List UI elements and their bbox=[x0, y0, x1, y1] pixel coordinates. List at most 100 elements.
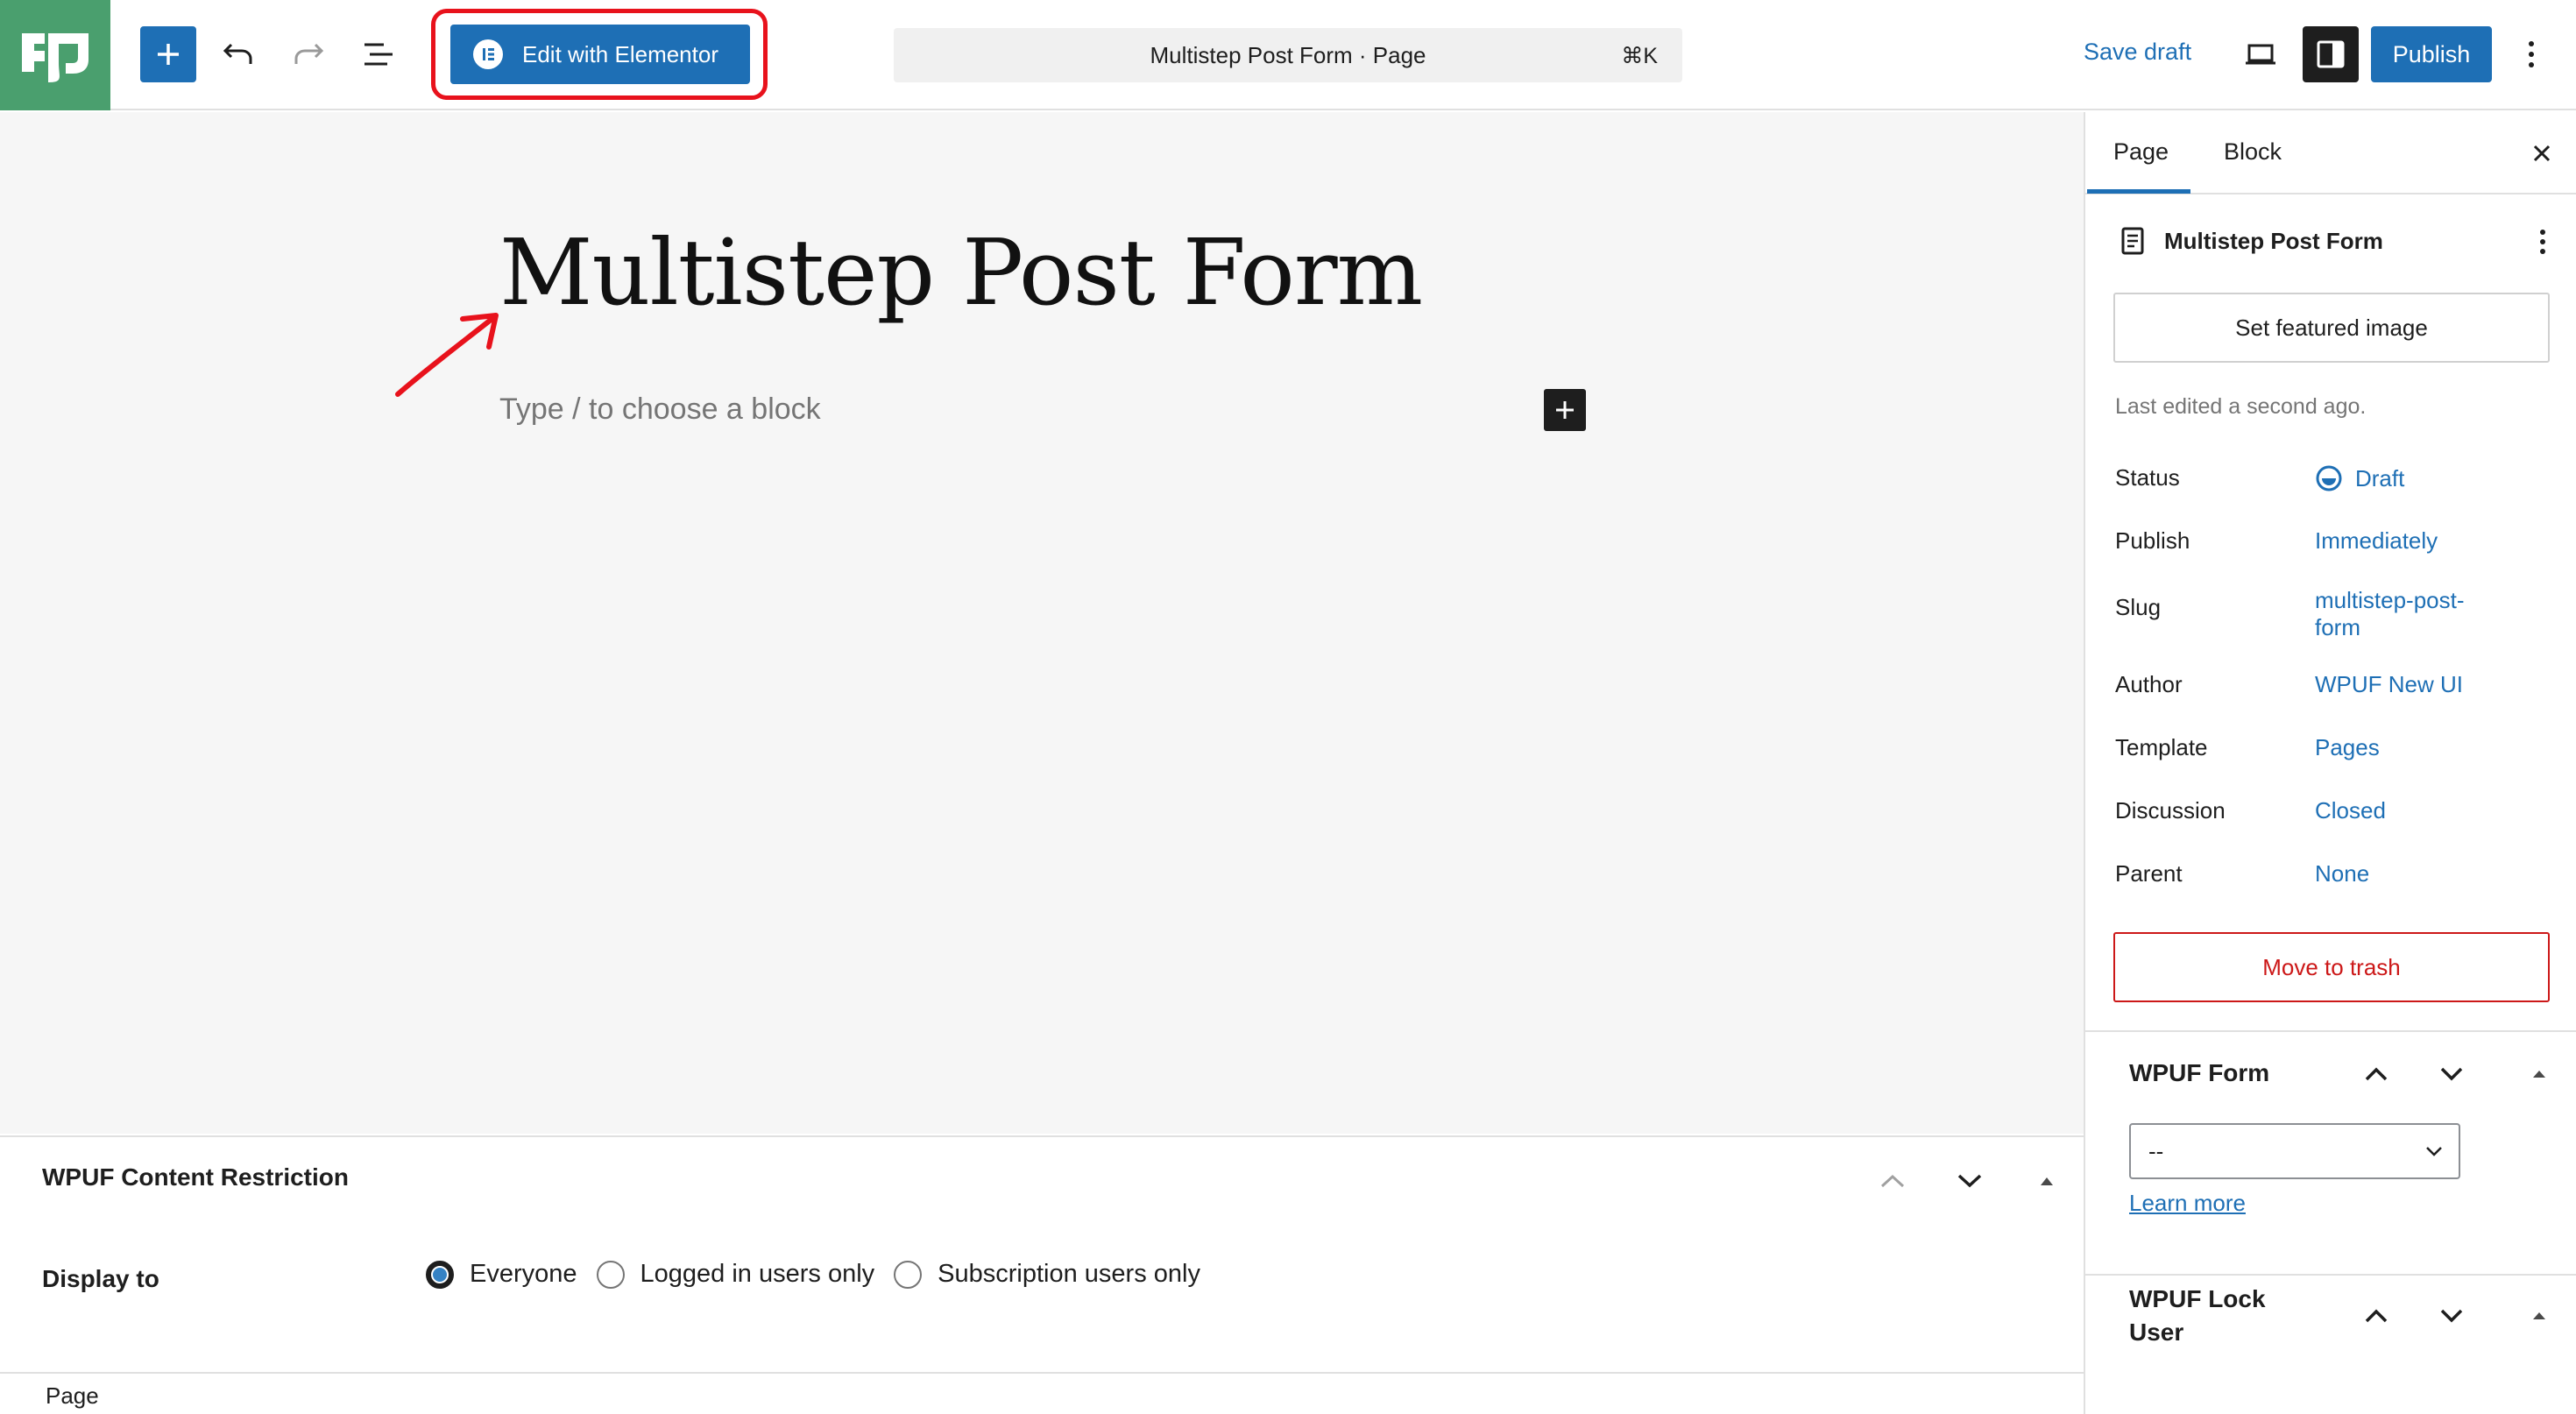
triangle-up-icon bbox=[2041, 1177, 2053, 1185]
radio-everyone[interactable] bbox=[426, 1260, 454, 1289]
meta-value-discussion[interactable]: Closed bbox=[2315, 797, 2534, 824]
chevron-down-icon bbox=[2440, 1067, 2463, 1081]
plus-icon bbox=[1556, 401, 1574, 419]
edit-with-elementor-button[interactable]: Edit with Elementor bbox=[450, 25, 750, 84]
meta-key-author: Author bbox=[2115, 671, 2183, 697]
wpuf-form-toggle-button[interactable] bbox=[2515, 1050, 2564, 1099]
top-toolbar: Edit with Elementor Multistep Post Form … bbox=[0, 0, 2576, 110]
chevron-down-icon bbox=[1957, 1174, 1982, 1188]
tab-block[interactable]: Block bbox=[2224, 138, 2282, 166]
meta-value-status: Draft bbox=[2355, 464, 2405, 491]
move-to-trash-button[interactable]: Move to trash bbox=[2113, 932, 2550, 1002]
page-icon bbox=[2121, 227, 2144, 255]
radio-option-subscription[interactable]: Subscription users only bbox=[894, 1260, 1200, 1289]
meta-key-slug: Slug bbox=[2115, 594, 2162, 620]
meta-value-template[interactable]: Pages bbox=[2315, 734, 2534, 761]
move-up-button[interactable] bbox=[1866, 1155, 1919, 1207]
command-palette-bar[interactable]: Multistep Post Form · Page ⌘K bbox=[894, 28, 1682, 82]
radio-label-logged-in: Logged in users only bbox=[640, 1260, 875, 1288]
radio-label-subscription: Subscription users only bbox=[938, 1260, 1200, 1288]
block-inserter-button[interactable] bbox=[140, 26, 196, 82]
more-options-button[interactable] bbox=[2509, 26, 2553, 82]
display-to-radio-group: Everyone Logged in users only Subscripti… bbox=[426, 1260, 1220, 1289]
wpuf-form-move-up-button[interactable] bbox=[2352, 1050, 2401, 1099]
triangle-up-icon bbox=[2533, 1312, 2545, 1319]
meta-value-publish[interactable]: Immediately bbox=[2315, 527, 2534, 555]
settings-sidebar: Page Block Multistep Post Form Set featu… bbox=[2084, 112, 2576, 1414]
document-overview-button[interactable] bbox=[350, 26, 407, 82]
meta-key-discussion: Discussion bbox=[2115, 797, 2226, 824]
editor-footer: Page bbox=[0, 1372, 2084, 1414]
command-shortcut: ⌘K bbox=[1621, 44, 1658, 68]
active-tab-indicator bbox=[2087, 189, 2190, 194]
save-draft-button[interactable]: Save draft bbox=[2084, 39, 2191, 66]
redo-button[interactable] bbox=[280, 26, 336, 82]
edit-with-elementor-label: Edit with Elementor bbox=[522, 40, 718, 67]
post-title[interactable]: Multistep Post Form bbox=[499, 219, 1423, 326]
chevron-up-icon bbox=[2365, 1309, 2388, 1323]
preview-button[interactable] bbox=[2233, 26, 2289, 82]
status-value-button[interactable]: Draft bbox=[2315, 464, 2534, 492]
chevron-down-icon bbox=[2426, 1147, 2442, 1156]
breadcrumb[interactable]: Page bbox=[46, 1382, 99, 1410]
document-summary: Multistep Post Form bbox=[2120, 226, 2383, 256]
red-arrow-annotation bbox=[395, 313, 499, 397]
document-title: Multistep Post Form bbox=[2164, 227, 2383, 254]
vertical-ellipsis-icon bbox=[2540, 230, 2545, 254]
redo-icon bbox=[294, 43, 324, 64]
set-featured-image-button[interactable]: Set featured image bbox=[2113, 293, 2550, 363]
lock-user-toggle-button[interactable] bbox=[2515, 1291, 2564, 1340]
settings-sidebar-toggle[interactable] bbox=[2303, 26, 2359, 82]
meta-value-parent[interactable]: None bbox=[2315, 860, 2534, 887]
radio-label-everyone: Everyone bbox=[470, 1260, 577, 1288]
meta-value-slug[interactable]: multistep-post-form bbox=[2315, 587, 2508, 641]
close-sidebar-button[interactable] bbox=[2523, 135, 2560, 172]
editor-screen: Edit with Elementor Multistep Post Form … bbox=[0, 0, 2576, 1414]
document-actions-button[interactable] bbox=[2525, 224, 2560, 259]
wpuf-form-select-value: -- bbox=[2148, 1137, 2164, 1164]
block-placeholder[interactable]: Type / to choose a block bbox=[499, 392, 821, 427]
sidebar-icon bbox=[2317, 40, 2345, 68]
chevron-down-icon bbox=[2440, 1309, 2463, 1323]
radio-logged-in[interactable] bbox=[596, 1260, 625, 1289]
meta-key-template: Template bbox=[2115, 734, 2208, 760]
sidebar-tabs: Page Block bbox=[2085, 112, 2576, 194]
list-view-icon bbox=[364, 43, 393, 66]
undo-button[interactable] bbox=[210, 26, 266, 82]
meta-key-parent: Parent bbox=[2115, 860, 2183, 887]
metabox-title: WPUF Content Restriction bbox=[42, 1163, 349, 1191]
command-bar-title: Multistep Post Form · Page bbox=[1150, 41, 1426, 68]
triangle-up-icon bbox=[2533, 1071, 2545, 1078]
tab-page[interactable]: Page bbox=[2113, 138, 2169, 166]
content-restriction-metabox: WPUF Content Restriction Display to Ever… bbox=[0, 1135, 2084, 1370]
wpuf-form-select[interactable]: -- bbox=[2129, 1123, 2460, 1179]
wpuf-form-title: WPUF Form bbox=[2129, 1059, 2270, 1086]
learn-more-link[interactable]: Learn more bbox=[2129, 1190, 2246, 1217]
meta-key-publish: Publish bbox=[2115, 527, 2190, 554]
vertical-ellipsis-icon bbox=[2529, 41, 2534, 67]
lock-user-move-up-button[interactable] bbox=[2352, 1291, 2401, 1340]
radio-option-logged-in[interactable]: Logged in users only bbox=[596, 1260, 875, 1289]
meta-key-status: Status bbox=[2115, 464, 2180, 491]
plus-icon bbox=[158, 44, 179, 65]
wpuf-form-move-down-button[interactable] bbox=[2427, 1050, 2476, 1099]
wpuf-form-panel: WPUF Form -- Learn more bbox=[2085, 1030, 2576, 1258]
site-logo[interactable] bbox=[0, 0, 110, 110]
lock-user-move-down-button[interactable] bbox=[2427, 1291, 2476, 1340]
wpuf-lock-user-panel: WPUF Lock User bbox=[2085, 1274, 2576, 1414]
add-block-button[interactable] bbox=[1544, 389, 1586, 431]
move-down-button[interactable] bbox=[1943, 1155, 1996, 1207]
publish-button[interactable]: Publish bbox=[2371, 26, 2492, 82]
close-icon bbox=[2533, 145, 2551, 162]
meta-value-author[interactable]: WPUF New UI bbox=[2315, 671, 2534, 698]
desktop-preview-icon bbox=[2246, 44, 2275, 65]
draft-status-icon bbox=[2316, 465, 2342, 491]
wpuf-logo-icon bbox=[22, 33, 88, 82]
editor-canvas[interactable]: Multistep Post Form Type / to choose a b… bbox=[0, 112, 2084, 1134]
toggle-panel-button[interactable] bbox=[2020, 1155, 2073, 1207]
undo-icon bbox=[223, 43, 252, 64]
chevron-up-icon bbox=[1880, 1174, 1905, 1188]
radio-option-everyone[interactable]: Everyone bbox=[426, 1260, 577, 1289]
radio-subscription[interactable] bbox=[894, 1260, 923, 1289]
chevron-up-icon bbox=[2365, 1067, 2388, 1081]
